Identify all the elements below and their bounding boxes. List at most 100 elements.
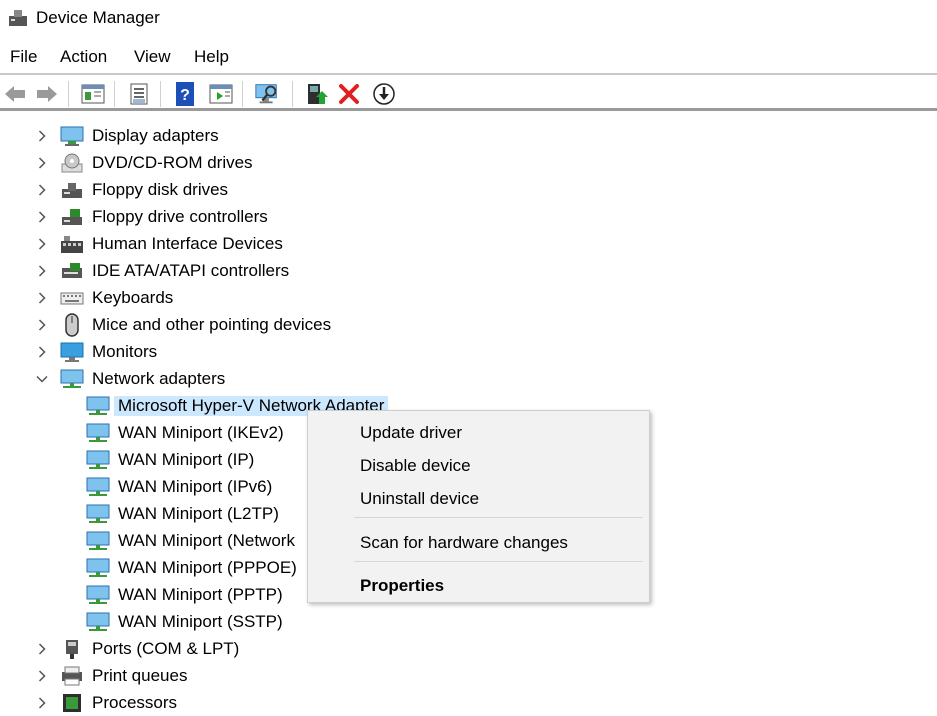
toolbar-separator [242, 81, 243, 107]
download-icon[interactable] [371, 81, 397, 107]
tree-device-item[interactable]: WAN Miniport (PPTP) [86, 581, 283, 608]
tree-device-item[interactable]: WAN Miniport (IP) [86, 446, 254, 473]
tree-category-dvd-cd-rom-drives[interactable]: DVD/CD-ROM drives [36, 149, 253, 176]
tree-device-item[interactable]: WAN Miniport (Network [86, 527, 295, 554]
forward-icon[interactable] [34, 81, 60, 107]
network-adapter-icon [86, 449, 110, 471]
tree-category-label: Mice and other pointing devices [92, 314, 332, 334]
network-adapter-icon [86, 611, 110, 633]
ide-controller-icon [60, 260, 84, 282]
menu-view[interactable]: View [132, 47, 173, 67]
tree-device-item[interactable]: WAN Miniport (PPPOE) [86, 554, 297, 581]
tree-category-human-interface-devices[interactable]: Human Interface Devices [36, 230, 283, 257]
tree-category-floppy-drive-controllers[interactable]: Floppy drive controllers [36, 203, 268, 230]
tree-device-item[interactable]: WAN Miniport (L2TP) [86, 500, 279, 527]
tree-category-floppy-disk-drives[interactable]: Floppy disk drives [36, 176, 228, 203]
floppy-controller-icon [60, 206, 84, 228]
context-menu: Update driver Disable device Uninstall d… [307, 410, 650, 603]
network-adapter-icon [86, 530, 110, 552]
chevron-right-icon[interactable] [36, 669, 48, 682]
title-bar: Device Manager [0, 0, 937, 36]
tree-category-network-adapters[interactable]: Network adapters [36, 365, 225, 392]
tree-device-label: WAN Miniport (PPTP) [118, 584, 283, 604]
tree-device-item[interactable]: WAN Miniport (IPv6) [86, 473, 272, 500]
keyboard-icon [60, 287, 84, 309]
hid-icon [60, 233, 84, 255]
scan-hardware-icon[interactable] [254, 81, 280, 107]
chevron-down-icon[interactable] [36, 373, 48, 385]
network-adapter-icon [86, 503, 110, 525]
tree-category-label: Network adapters [92, 368, 226, 388]
menu-bar: File Action View Help [0, 44, 937, 70]
chevron-right-icon[interactable] [36, 291, 48, 304]
dvd-drive-icon [60, 152, 84, 174]
port-icon [60, 638, 84, 660]
tree-category-label: IDE ATA/ATAPI controllers [92, 260, 290, 280]
network-adapter-icon [86, 476, 110, 498]
menu-scan-hardware[interactable]: Scan for hardware changes [360, 533, 568, 553]
tree-category-label: DVD/CD-ROM drives [92, 152, 253, 172]
tree-category-display-adapters[interactable]: Display adapters [36, 122, 219, 149]
network-adapter-icon [86, 422, 110, 444]
tree-category-monitors[interactable]: Monitors [36, 338, 157, 365]
tree-category-label: Ports (COM & LPT) [92, 638, 240, 658]
tree-category-label: Human Interface Devices [92, 233, 283, 253]
floppy-disk-icon [60, 179, 84, 201]
chevron-right-icon[interactable] [36, 210, 48, 223]
network-adapter-icon [86, 557, 110, 579]
mouse-icon [60, 312, 84, 337]
toolbar-separator [114, 81, 115, 107]
tree-device-label: WAN Miniport (PPPOE) [118, 557, 297, 577]
network-adapter-icon [86, 395, 110, 417]
tree-category-print-queues[interactable]: Print queues [36, 662, 187, 689]
tree-category-mice-and-other-pointing-devices[interactable]: Mice and other pointing devices [36, 311, 331, 338]
tree-category-label: Print queues [92, 665, 188, 685]
tree-category-label: Keyboards [92, 287, 174, 307]
chevron-right-icon[interactable] [36, 237, 48, 250]
tree-device-item[interactable]: WAN Miniport (IKEv2) [86, 419, 284, 446]
chevron-right-icon[interactable] [36, 318, 48, 331]
tree-category-keyboards[interactable]: Keyboards [36, 284, 173, 311]
uninstall-icon[interactable] [336, 81, 362, 107]
device-manager-app-icon [8, 8, 28, 28]
chevron-right-icon[interactable] [36, 264, 48, 277]
tree-device-label: WAN Miniport (Network [118, 530, 295, 550]
tree-category-label: Display adapters [92, 125, 219, 145]
tree-device-label: WAN Miniport (L2TP) [118, 503, 279, 523]
tree-device-label: WAN Miniport (SSTP) [118, 611, 283, 631]
action-pane-icon[interactable] [208, 81, 234, 107]
tree-category-ide-ata-atapi-controllers[interactable]: IDE ATA/ATAPI controllers [36, 257, 289, 284]
chevron-right-icon[interactable] [36, 183, 48, 196]
tree-device-label: WAN Miniport (IPv6) [118, 476, 273, 496]
svg-text:?: ? [180, 87, 190, 104]
chevron-right-icon[interactable] [36, 345, 48, 358]
chevron-right-icon[interactable] [36, 696, 48, 709]
chevron-right-icon[interactable] [36, 642, 48, 655]
toolbar: ? [0, 73, 937, 111]
chevron-right-icon[interactable] [36, 156, 48, 169]
help-icon[interactable]: ? [172, 81, 198, 107]
menu-uninstall-device[interactable]: Uninstall device [360, 489, 479, 509]
menu-disable-device[interactable]: Disable device [360, 456, 471, 476]
tree-category-ports-com-lpt[interactable]: Ports (COM & LPT) [36, 635, 239, 662]
menu-action[interactable]: Action [58, 47, 109, 67]
menu-file[interactable]: File [8, 47, 39, 67]
menu-properties[interactable]: Properties [360, 576, 444, 596]
show-hide-console-tree-icon[interactable] [80, 81, 106, 107]
tree-device-label: WAN Miniport (IKEv2) [118, 422, 284, 442]
window-title: Device Manager [36, 8, 160, 27]
update-driver-icon[interactable] [304, 81, 330, 107]
menu-update-driver[interactable]: Update driver [360, 423, 462, 443]
tree-device-label: WAN Miniport (IP) [118, 449, 255, 469]
processor-icon [60, 692, 84, 714]
tree-device-item[interactable]: WAN Miniport (SSTP) [86, 608, 283, 635]
printer-icon [60, 665, 84, 687]
network-adapter-icon [86, 584, 110, 606]
tree-category-label: Monitors [92, 341, 158, 361]
tree-category-processors[interactable]: Processors [36, 689, 177, 716]
chevron-right-icon[interactable] [36, 129, 48, 142]
menu-help[interactable]: Help [192, 47, 231, 67]
properties-icon[interactable] [126, 81, 152, 107]
tree-category-label: Floppy disk drives [92, 179, 229, 199]
back-icon[interactable] [2, 81, 28, 107]
